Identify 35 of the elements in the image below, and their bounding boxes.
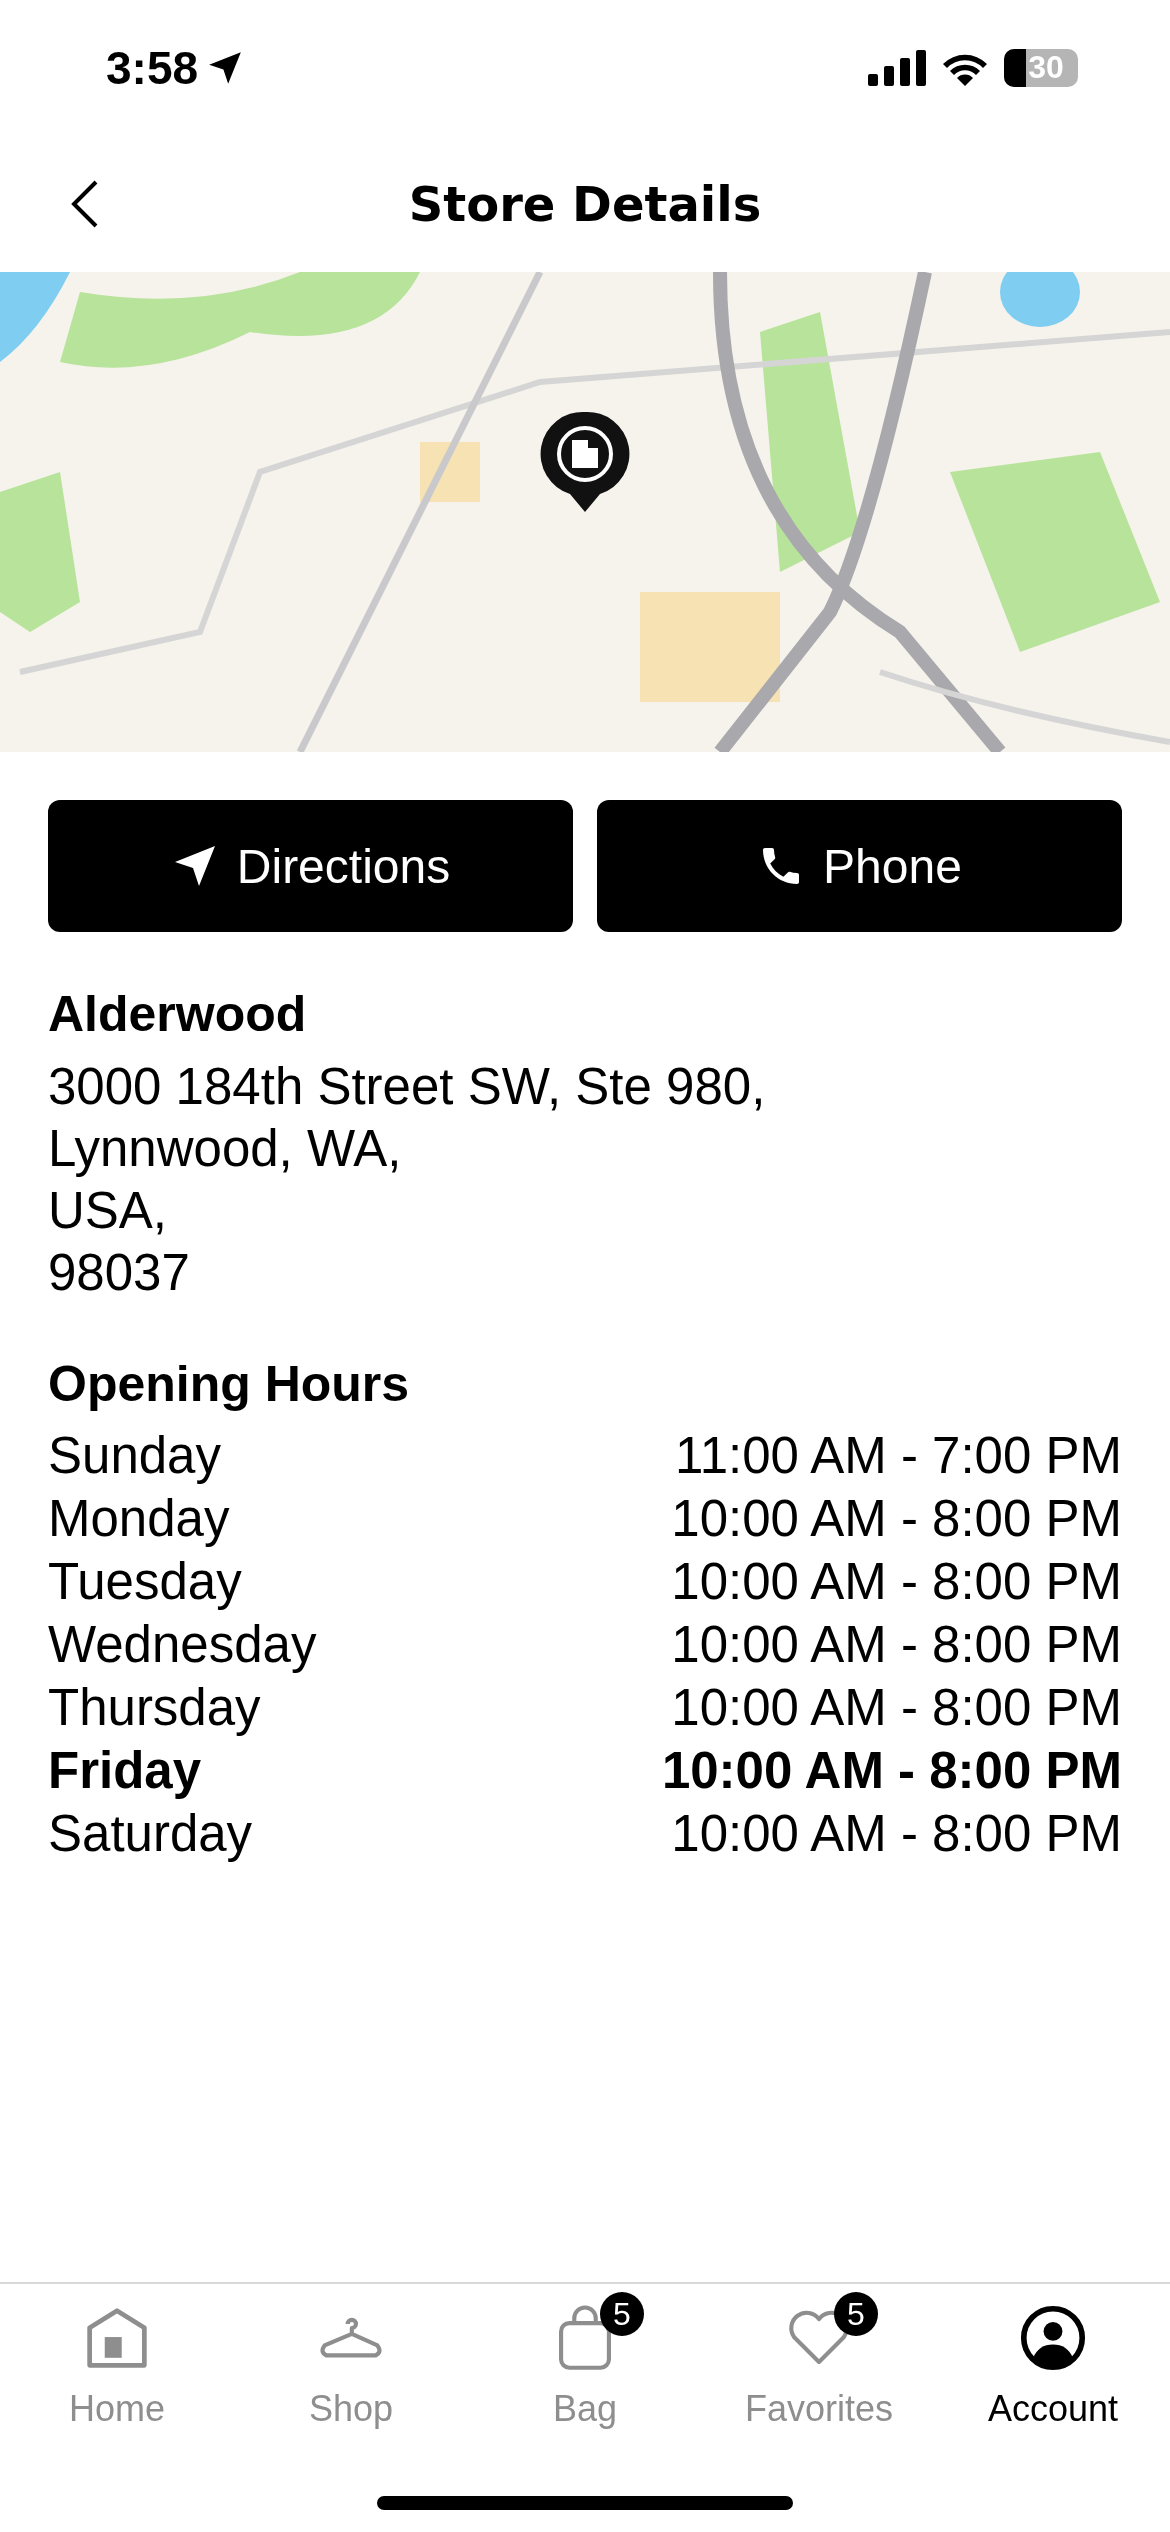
day-label: Tuesday: [48, 1552, 242, 1612]
hours-value: 11:00 AM - 7:00 PM: [675, 1426, 1122, 1486]
map-pin-icon[interactable]: [540, 410, 630, 514]
day-label: Saturday: [48, 1804, 253, 1864]
tab-item[interactable]: 5 Bag: [468, 2284, 702, 2450]
day-label: Sunday: [48, 1426, 221, 1486]
address-line: USA,: [48, 1181, 169, 1241]
battery-icon: 30: [1004, 48, 1078, 87]
address-line: 98037: [48, 1243, 191, 1303]
tab-item[interactable]: Account: [936, 2284, 1170, 2450]
account-icon: [1020, 2305, 1086, 2371]
back-icon[interactable]: [70, 178, 100, 229]
directions-button[interactable]: Directions: [48, 800, 573, 932]
count-badge: 5: [600, 2292, 644, 2336]
tab-item[interactable]: 5 Favorites: [702, 2284, 936, 2450]
day-label: Thursday: [48, 1678, 261, 1738]
hours-value: 10:00 AM - 8:00 PM: [671, 1678, 1122, 1738]
address-line: Lynnwood, WA,: [48, 1119, 403, 1179]
store-name: Alderwood: [48, 985, 308, 1044]
section-heading: Opening Hours: [48, 1355, 411, 1414]
hours-value: 10:00 AM - 8:00 PM: [671, 1804, 1122, 1864]
signal-icon: [868, 49, 926, 86]
hours-value: 10:00 AM - 8:00 PM: [661, 1741, 1122, 1801]
address-line: 3000 184th Street SW, Ste 980,: [48, 1057, 767, 1117]
hours-value: 10:00 AM - 8:00 PM: [671, 1489, 1122, 1549]
day-label: Friday: [48, 1741, 202, 1801]
hours-value: 10:00 AM - 8:00 PM: [671, 1615, 1122, 1675]
day-label: Monday: [48, 1489, 230, 1549]
status-time: 3:58: [106, 40, 199, 95]
house-icon: [84, 2305, 150, 2371]
hours-value: 10:00 AM - 8:00 PM: [671, 1552, 1122, 1612]
day-label: Wednesday: [48, 1615, 317, 1675]
phone-button[interactable]: Phone: [597, 800, 1122, 932]
page-title: Store Details: [408, 175, 762, 232]
count-badge: 5: [834, 2292, 878, 2336]
